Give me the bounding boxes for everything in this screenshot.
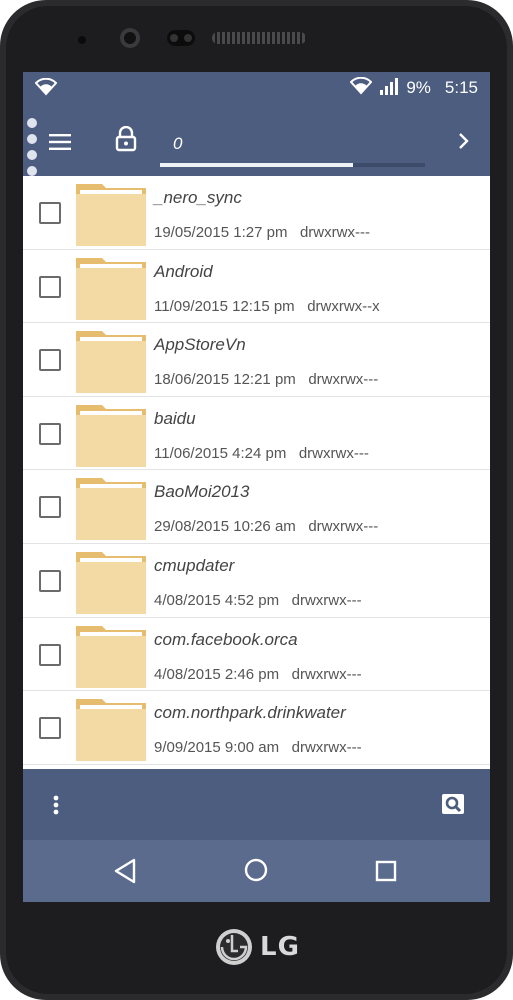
folder-icon xyxy=(76,622,146,693)
file-row[interactable]: cmupdater 4/08/2015 4:52 pm drwxrwx--- xyxy=(23,544,490,618)
lg-logo-icon xyxy=(216,929,252,965)
file-date: 18/06/2015 12:21 pm xyxy=(154,371,296,389)
brand-text: LG xyxy=(260,932,300,962)
phone-frame: 9% 5:15 0 _nero_sync 19/05/2015 1:27 pm d… xyxy=(0,0,513,1000)
folder-icon xyxy=(76,254,146,325)
wifi-icon xyxy=(34,77,58,101)
search-icon[interactable] xyxy=(442,794,464,814)
file-list: _nero_sync 19/05/2015 1:27 pm drwxrwx--- A… xyxy=(23,176,490,765)
path-label[interactable]: 0 xyxy=(173,134,182,154)
row-checkbox[interactable] xyxy=(39,496,61,519)
file-name: Android xyxy=(154,261,213,281)
light-sensor xyxy=(167,30,195,46)
screen: 9% 5:15 0 _nero_sync 19/05/2015 1:27 pm d… xyxy=(23,72,490,902)
signal-icon xyxy=(380,77,399,100)
file-perms: drwxrwx--- xyxy=(308,371,379,389)
progress-fill xyxy=(160,163,354,167)
file-perms: drwxrwx--- xyxy=(298,444,369,462)
folder-icon xyxy=(76,548,146,619)
file-meta: 4/08/2015 2:46 pm drwxrwx--- xyxy=(154,666,362,683)
row-checkbox[interactable] xyxy=(39,349,61,372)
file-row[interactable]: Android 11/09/2015 12:15 pm drwxrwx--x xyxy=(23,250,490,324)
file-row[interactable]: baidu 11/06/2015 4:24 pm drwxrwx--- xyxy=(23,397,490,471)
progress-bar xyxy=(160,163,425,167)
row-checkbox[interactable] xyxy=(39,275,61,298)
brand-logo: LG xyxy=(214,925,300,969)
folder-icon xyxy=(76,327,146,398)
status-bar: 9% 5:15 xyxy=(23,72,490,104)
clock: 5:15 xyxy=(444,78,478,97)
file-date: 11/09/2015 12:15 pm xyxy=(154,297,295,315)
file-name: com.northpark.drinkwater xyxy=(154,703,346,723)
folder-icon xyxy=(76,180,146,251)
file-meta: 29/08/2015 10:26 am drwxrwx--- xyxy=(154,518,378,535)
battery-text: 9% xyxy=(406,78,431,97)
home-icon[interactable] xyxy=(244,858,268,887)
proximity-sensor xyxy=(78,36,86,44)
file-perms: drwxrwx--- xyxy=(291,665,362,683)
menu-icon[interactable] xyxy=(49,134,71,155)
file-date: 11/06/2015 4:24 pm xyxy=(154,444,287,462)
folder-icon xyxy=(76,474,146,545)
file-row[interactable]: BaoMoi2013 29/08/2015 10:26 am drwxrwx--- xyxy=(23,470,490,544)
file-date: 19/05/2015 1:27 pm xyxy=(154,224,288,241)
row-checkbox[interactable] xyxy=(39,643,61,666)
folder-icon xyxy=(76,401,146,472)
nav-bar xyxy=(23,840,490,902)
row-checkbox[interactable] xyxy=(39,717,61,740)
file-perms: drwxrwx--- xyxy=(291,591,362,609)
wifi-icon xyxy=(349,76,373,100)
file-date: 4/08/2015 2:46 pm xyxy=(154,665,280,683)
row-checkbox[interactable] xyxy=(39,569,61,592)
file-meta: 11/09/2015 12:15 pm drwxrwx--x xyxy=(154,298,380,315)
file-date: 4/08/2015 4:52 pm xyxy=(154,591,280,609)
earpiece-grille xyxy=(212,32,306,44)
more-vert-icon[interactable] xyxy=(53,795,59,820)
file-meta: 11/06/2015 4:24 pm drwxrwx--- xyxy=(154,445,369,462)
file-meta: 9/09/2015 9:00 am drwxrwx--- xyxy=(154,739,362,756)
folder-icon xyxy=(76,695,146,766)
bottom-bar xyxy=(23,769,490,840)
file-perms: drwxrwx--- xyxy=(308,518,379,536)
file-date: 29/08/2015 10:26 am xyxy=(154,518,296,536)
file-row[interactable]: com.northpark.drinkwater 9/09/2015 9:00 a… xyxy=(23,691,490,765)
file-name: baidu xyxy=(154,408,196,428)
file-name: _nero_sync xyxy=(154,188,242,207)
file-date: 9/09/2015 9:00 am xyxy=(154,739,280,757)
file-row[interactable]: _nero_sync 19/05/2015 1:27 pm drwxrwx--- xyxy=(23,176,490,250)
file-perms: drwxrwx--- xyxy=(299,224,370,241)
chevron-right-icon[interactable] xyxy=(458,132,470,155)
front-camera xyxy=(120,28,140,48)
file-meta: 4/08/2015 4:52 pm drwxrwx--- xyxy=(154,592,362,609)
file-name: BaoMoi2013 xyxy=(154,482,250,502)
row-checkbox[interactable] xyxy=(39,422,61,445)
file-name: com.facebook.orca xyxy=(154,629,298,649)
file-perms: drwxrwx--- xyxy=(291,739,362,757)
file-meta: 19/05/2015 1:27 pm drwxrwx--- xyxy=(154,224,370,241)
row-checkbox[interactable] xyxy=(39,202,61,224)
back-icon[interactable] xyxy=(113,858,137,889)
recents-icon[interactable] xyxy=(375,860,397,887)
file-meta: 18/06/2015 12:21 pm drwxrwx--- xyxy=(154,371,378,388)
file-perms: drwxrwx--x xyxy=(307,297,380,315)
file-name: AppStoreVn xyxy=(154,335,246,355)
drag-handle[interactable] xyxy=(27,118,39,182)
file-name: cmupdater xyxy=(154,555,235,575)
file-row[interactable]: com.facebook.orca 4/08/2015 2:46 pm drwxr… xyxy=(23,618,490,692)
lock-icon[interactable] xyxy=(115,125,137,157)
file-row[interactable]: AppStoreVn 18/06/2015 12:21 pm drwxrwx--- xyxy=(23,323,490,397)
